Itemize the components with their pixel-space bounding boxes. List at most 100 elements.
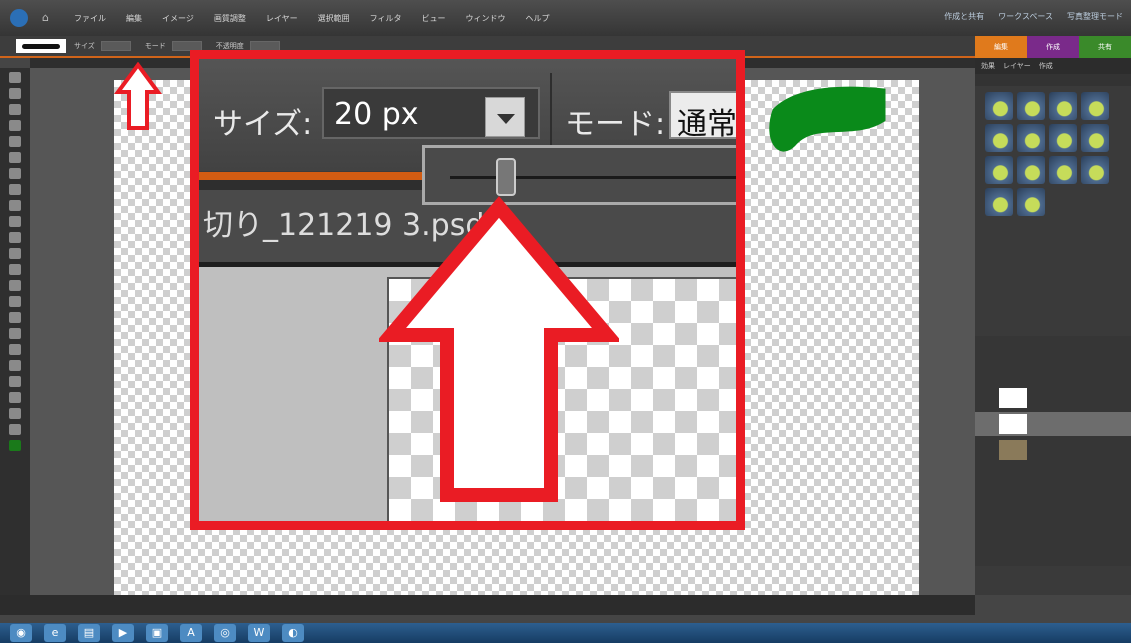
effect-thumbnail[interactable] — [1049, 92, 1077, 120]
menu-image[interactable]: イメージ — [162, 13, 194, 24]
menu-view[interactable]: ビュー — [421, 13, 445, 24]
smart-brush-tool-icon[interactable] — [9, 328, 21, 339]
menu-layer[interactable]: レイヤー — [266, 13, 298, 24]
brush-tool-icon[interactable] — [9, 312, 21, 323]
app-icon[interactable]: ▣ — [146, 624, 168, 642]
photoshop-elements-window: { "menubar": { "items": ["ファイル","編集","イメ… — [0, 0, 1131, 643]
slider-knob[interactable] — [496, 158, 516, 196]
menu-right-group: 作成と共有 ワークスペース 写真整理モード — [944, 11, 1123, 22]
cookie-cutter-tool-icon[interactable] — [9, 232, 21, 243]
zoomed-size-label: サイズ: — [213, 107, 313, 142]
small-up-arrow-annotation — [114, 62, 162, 130]
browser-icon[interactable]: ◎ — [214, 624, 236, 642]
app-logo-icon[interactable] — [10, 9, 28, 27]
gradient-tool-icon[interactable] — [9, 360, 21, 371]
layer-row-background[interactable] — [975, 438, 1131, 462]
eyedropper-tool-icon[interactable] — [9, 120, 21, 131]
effect-thumbnail[interactable] — [1081, 156, 1109, 184]
foreground-color-swatch[interactable] — [9, 440, 21, 451]
lasso-tool-icon[interactable] — [9, 152, 21, 163]
shape-tool-icon[interactable] — [9, 376, 21, 387]
zoom-callout: サイズ: 20 px モード: 通常 切り_121219 3.psd — [190, 50, 745, 530]
layer-thumbnail — [999, 440, 1027, 460]
orange-accent-bar — [199, 172, 439, 180]
effect-thumbnail[interactable] — [985, 156, 1013, 184]
start-button-icon[interactable]: ◉ — [10, 624, 32, 642]
subtab-effects[interactable]: 効果 — [981, 61, 995, 71]
effects-thumbnail-grid — [975, 86, 1131, 222]
size-dropdown-button[interactable] — [485, 97, 525, 137]
zoom-tool-icon[interactable] — [9, 88, 21, 99]
clone-stamp-tool-icon[interactable] — [9, 280, 21, 291]
panel-subtabs: 効果 レイヤー 作成 — [975, 58, 1131, 74]
layers-panel — [975, 336, 1131, 566]
organizer-button[interactable]: 写真整理モード — [1067, 11, 1123, 22]
menu-filter[interactable]: フィルタ — [370, 13, 402, 24]
effect-thumbnail[interactable] — [1017, 188, 1045, 216]
effect-thumbnail[interactable] — [1017, 124, 1045, 152]
separator — [550, 73, 552, 155]
share-menu[interactable]: 作成と共有 — [944, 11, 984, 22]
spot-healing-tool-icon[interactable] — [9, 264, 21, 275]
tab-share[interactable]: 共有 — [1079, 36, 1131, 58]
workspace-menu[interactable]: ワークスペース — [998, 11, 1053, 22]
home-icon[interactable]: ⌂ — [42, 12, 56, 24]
size-field[interactable] — [100, 41, 131, 51]
menu-window[interactable]: ウィンドウ — [465, 13, 505, 24]
menu-help[interactable]: ヘルプ — [525, 13, 549, 24]
big-up-arrow-annotation — [379, 196, 619, 502]
menu-bar: ⌂ ファイル 編集 イメージ 画質調整 レイヤー 選択範囲 フィルタ ビュー ウ… — [0, 0, 1131, 36]
toolbox — [0, 68, 30, 595]
effect-thumbnail[interactable] — [1049, 156, 1077, 184]
eraser-tool-icon[interactable] — [9, 296, 21, 307]
internet-explorer-icon[interactable]: e — [44, 624, 66, 642]
layer-row[interactable] — [975, 386, 1131, 410]
move-tool-icon[interactable] — [9, 72, 21, 83]
zoomed-mode-value: 通常 — [677, 107, 737, 142]
subtab-layers[interactable]: レイヤー — [1003, 61, 1031, 71]
mode-label: モード — [144, 42, 166, 50]
word-icon[interactable]: W — [248, 624, 270, 642]
layer-row-selected[interactable] — [975, 412, 1131, 436]
tab-edit[interactable]: 編集 — [975, 36, 1027, 58]
status-bar — [0, 595, 975, 615]
sponge-tool-icon[interactable] — [9, 408, 21, 419]
effects-section-title — [975, 74, 1131, 86]
effect-thumbnail[interactable] — [1017, 92, 1045, 120]
panel-bin: 編集 作成 共有 効果 レイヤー 作成 — [975, 36, 1131, 595]
selection-brush-tool-icon[interactable] — [9, 184, 21, 195]
magic-wand-tool-icon[interactable] — [9, 168, 21, 179]
effect-thumbnail[interactable] — [1017, 156, 1045, 184]
slider-track[interactable] — [450, 176, 736, 179]
zoomed-mode-label: モード: — [565, 107, 666, 142]
zoomed-size-value: 20 px — [334, 97, 419, 132]
blur-tool-icon[interactable] — [9, 392, 21, 403]
menu-edit[interactable]: 編集 — [126, 13, 142, 24]
paint-bucket-tool-icon[interactable] — [9, 344, 21, 355]
pencil-tool-icon[interactable] — [9, 424, 21, 435]
hand-tool-icon[interactable] — [9, 104, 21, 115]
subtab-create[interactable]: 作成 — [1039, 61, 1053, 71]
explorer-icon[interactable]: ▤ — [78, 624, 100, 642]
effect-thumbnail[interactable] — [985, 124, 1013, 152]
effect-thumbnail[interactable] — [1081, 92, 1109, 120]
windows-taskbar: ◉ e ▤ ▶ ▣ A ◎ W ◐ — [0, 623, 1131, 643]
effect-thumbnail[interactable] — [1049, 124, 1077, 152]
menu-select[interactable]: 選択範囲 — [318, 13, 350, 24]
tab-create[interactable]: 作成 — [1027, 36, 1079, 58]
crop-tool-icon[interactable] — [9, 216, 21, 227]
brush-preview[interactable] — [16, 39, 66, 53]
menu-file[interactable]: ファイル — [74, 13, 106, 24]
menu-adjust[interactable]: 画質調整 — [214, 13, 246, 24]
photoshop-elements-taskbar-icon[interactable]: ◐ — [282, 624, 304, 642]
acrobat-icon[interactable]: A — [180, 624, 202, 642]
effect-thumbnail[interactable] — [985, 92, 1013, 120]
type-tool-icon[interactable] — [9, 200, 21, 211]
zoomed-mode-select[interactable]: 通常 — [669, 91, 736, 142]
marquee-tool-icon[interactable] — [9, 136, 21, 147]
size-label: サイズ — [74, 42, 95, 50]
media-player-icon[interactable]: ▶ — [112, 624, 134, 642]
red-eye-tool-icon[interactable] — [9, 248, 21, 259]
effect-thumbnail[interactable] — [985, 188, 1013, 216]
effect-thumbnail[interactable] — [1081, 124, 1109, 152]
